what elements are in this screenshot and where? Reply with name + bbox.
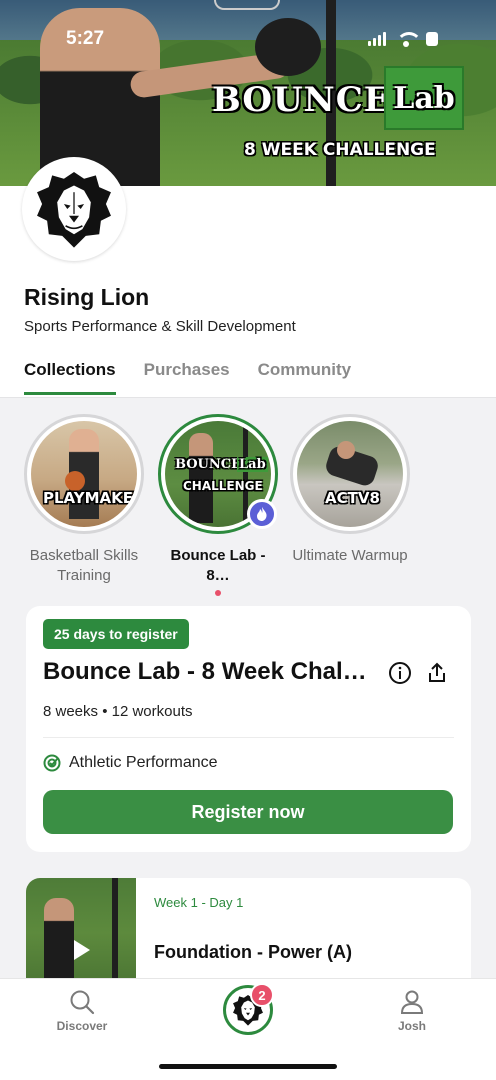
program-meta: 8 weeks • 12 workouts (43, 703, 193, 720)
collection-thumb-ring: BOUNCE Lab CHALLENGE (158, 414, 278, 534)
collection-item-playmaker[interactable]: PLAYMAKER Basketball Skills Training (24, 414, 144, 586)
profile-name: Rising Lion (24, 284, 150, 310)
status-icons (368, 32, 438, 47)
notification-badge: 2 (250, 983, 274, 1007)
wifi-icon (396, 32, 422, 47)
avatar[interactable] (22, 157, 126, 261)
tab-collections[interactable]: Collections (24, 360, 116, 395)
hero-brand-text: BOUNCE (212, 80, 391, 120)
register-deadline-badge: 25 days to register (43, 619, 189, 649)
profile-tagline: Sports Performance & Skill Development (24, 318, 296, 335)
nav-discover[interactable]: Discover (42, 989, 122, 1033)
card-divider (43, 737, 454, 738)
fire-badge-icon (247, 499, 277, 529)
hero-lab-logo: Lab (384, 66, 464, 130)
collection-thumb-image: PLAYMAKER (31, 421, 137, 527)
collection-thumb-label: ACTV8 (325, 489, 380, 507)
battery-icon (426, 32, 438, 46)
workout-title: Foundation - Power (A) (154, 942, 352, 962)
signal-icon (368, 32, 386, 46)
nav-profile[interactable]: Josh (372, 989, 452, 1033)
collection-thumb-lab: Lab (237, 457, 268, 472)
collection-thumb-label: BOUNCE (175, 457, 242, 472)
share-icon[interactable] (424, 660, 450, 686)
collection-caption: Ultimate Warmup (292, 547, 408, 564)
status-bar: 5:27 (0, 0, 496, 60)
status-time: 5:27 (66, 28, 105, 49)
tab-community[interactable]: Community (258, 360, 352, 395)
hero-subtitle: 8 WEEK CHALLENGE (244, 140, 436, 160)
collection-thumb-ring: PLAYMAKER (24, 414, 144, 534)
collection-caption: Bounce Lab - 8… (170, 547, 266, 584)
nav-profile-label: Josh (397, 1019, 426, 1033)
program-category: Athletic Performance (43, 754, 218, 772)
register-now-button[interactable]: Register now (43, 790, 453, 834)
nav-discover-label: Discover (56, 1019, 108, 1033)
info-icon[interactable] (387, 660, 413, 686)
collection-thumb-label: PLAYMAKER (43, 489, 137, 507)
home-indicator (159, 1064, 337, 1069)
carousel-indicator-dot (215, 590, 221, 596)
collection-thumb-image: ACTV8 (297, 421, 403, 527)
collection-caption: Basketball Skills Training (29, 547, 139, 584)
tab-purchases[interactable]: Purchases (144, 360, 230, 395)
collection-thumb-sub: CHALLENGE (183, 479, 263, 493)
program-card[interactable]: 25 days to register Bounce Lab - 8 Week … (26, 606, 471, 852)
person-icon (400, 990, 424, 1014)
workout-thumbnail[interactable] (26, 878, 136, 988)
play-icon (74, 940, 90, 960)
lion-logo-icon (37, 172, 111, 248)
workout-week-day: Week 1 - Day 1 (154, 895, 244, 910)
profile-tabs: Collections Purchases Community (24, 360, 351, 395)
target-icon (43, 754, 61, 772)
collection-thumb-ring: ACTV8 (290, 414, 410, 534)
collection-item-bounce-lab[interactable]: BOUNCE Lab CHALLENGE Bounce Lab - 8… (158, 414, 278, 586)
category-label: Athletic Performance (69, 754, 218, 771)
search-icon (70, 990, 95, 1015)
program-title: Bounce Lab - 8 Week Chal… (43, 658, 367, 685)
tabs-divider (0, 397, 496, 398)
workout-card[interactable]: Week 1 - Day 1 Foundation - Power (A) (26, 878, 471, 988)
collection-item-actv8[interactable]: ACTV8 Ultimate Warmup (290, 414, 410, 566)
